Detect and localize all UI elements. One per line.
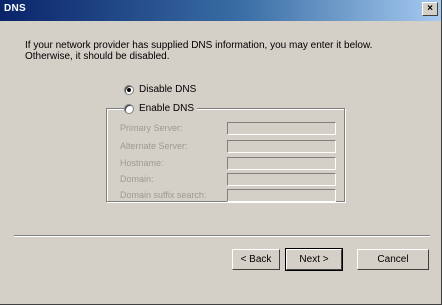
cancel-button[interactable]: Cancel: [357, 249, 429, 270]
disable-dns-radio[interactable]: [124, 84, 134, 95]
domain-label: Domain:: [120, 174, 154, 184]
intro-text: If your network provider has supplied DN…: [25, 40, 373, 62]
next-button[interactable]: Next >: [285, 248, 343, 271]
domain-field[interactable]: [227, 173, 336, 186]
enable-dns-label: Enable DNS: [139, 103, 195, 114]
domain-suffix-search-label: Domain suffix search:: [120, 190, 207, 200]
disable-dns-label: Disable DNS: [139, 84, 197, 95]
primary-server-label: Primary Server:: [120, 123, 183, 133]
hostname-field[interactable]: [227, 157, 336, 170]
hostname-label: Hostname:: [120, 158, 164, 168]
dns-dialog: DNS × If your network provider has suppl…: [0, 0, 442, 305]
close-button[interactable]: ×: [422, 2, 438, 16]
primary-server-field[interactable]: [227, 122, 336, 135]
window-title: DNS: [4, 3, 27, 14]
disable-dns-option[interactable]: Disable DNS: [124, 84, 196, 95]
enable-dns-option[interactable]: Enable DNS: [124, 103, 198, 114]
footer-separator: [14, 235, 430, 237]
close-icon: ×: [427, 3, 433, 14]
domain-suffix-search-field[interactable]: [227, 189, 336, 202]
title-bar: DNS ×: [0, 0, 441, 21]
alternate-server-field[interactable]: [227, 140, 336, 153]
alternate-server-label: Alternate Server:: [120, 141, 188, 151]
enable-dns-radio[interactable]: [124, 103, 134, 114]
back-button[interactable]: < Back: [232, 249, 280, 270]
